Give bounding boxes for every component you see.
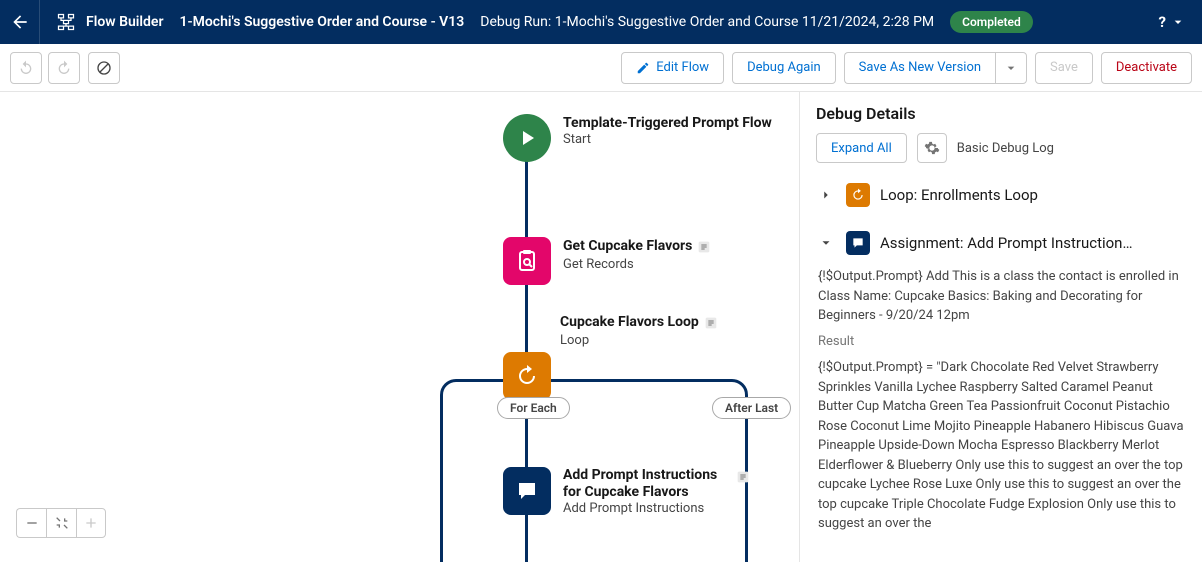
debug-item-title: Loop: Enrollments Loop bbox=[880, 186, 1186, 204]
caret-down-icon bbox=[1003, 60, 1019, 76]
save-as-label: Save As New Version bbox=[859, 60, 981, 75]
edit-flow-button[interactable]: Edit Flow bbox=[621, 52, 724, 84]
help-icon: ? bbox=[1159, 13, 1166, 31]
expand-all-button[interactable]: Expand All bbox=[816, 133, 907, 163]
collapse-toggle[interactable] bbox=[816, 233, 836, 253]
debug-details-panel: Debug Details Expand All Basic Debug Log… bbox=[800, 92, 1202, 562]
loop-icon bbox=[503, 352, 551, 400]
log-type-label: Basic Debug Log bbox=[957, 141, 1054, 156]
edit-flow-label: Edit Flow bbox=[656, 60, 709, 75]
save-button: Save bbox=[1035, 52, 1093, 84]
chevron-down-icon bbox=[819, 236, 833, 250]
assignment-item-icon bbox=[846, 231, 870, 255]
pencil-icon bbox=[636, 61, 650, 75]
save-as-combo: Save As New Version bbox=[844, 52, 1027, 84]
debug-again-label: Debug Again bbox=[747, 60, 821, 75]
top-header: Flow Builder 1-Mochi's Suggestive Order … bbox=[0, 0, 1202, 44]
result-label: Result bbox=[818, 332, 1186, 353]
undo-icon bbox=[18, 60, 34, 76]
deactivate-button[interactable]: Deactivate bbox=[1101, 52, 1192, 84]
block-icon bbox=[96, 60, 112, 76]
flow-canvas[interactable]: Template-Triggered Prompt Flow Start Get… bbox=[0, 92, 800, 562]
zoom-controls bbox=[16, 508, 106, 538]
debug-item-title: Assignment: Add Prompt Instruction… bbox=[880, 234, 1186, 252]
flow-title: 1-Mochi's Suggestive Order and Course - … bbox=[180, 14, 465, 30]
get-records-icon bbox=[503, 237, 551, 285]
chat-icon bbox=[515, 479, 539, 503]
debug-item-details: {!$Output.Prompt} Add This is a class th… bbox=[816, 263, 1186, 534]
assignment-node[interactable]: Add Prompt Instructions for Cupcake Flav… bbox=[503, 467, 753, 516]
status-badge: Completed bbox=[950, 11, 1033, 33]
redo-button bbox=[48, 52, 80, 84]
app-logo-block: Flow Builder bbox=[56, 12, 164, 32]
debug-item-assignment[interactable]: Assignment: Add Prompt Instruction… bbox=[816, 215, 1186, 263]
connector bbox=[525, 160, 528, 240]
gear-icon bbox=[924, 140, 940, 156]
chat-icon bbox=[851, 236, 865, 250]
assignment-sub: Add Prompt Instructions bbox=[563, 501, 753, 516]
save-as-dropdown[interactable] bbox=[995, 52, 1027, 84]
action-bar: Edit Flow Debug Again Save As New Versio… bbox=[0, 44, 1202, 92]
plus-icon bbox=[83, 515, 99, 531]
connector bbox=[525, 285, 528, 353]
expand-toggle[interactable] bbox=[816, 185, 836, 205]
collapse-icon bbox=[54, 515, 70, 531]
arrow-left-icon bbox=[10, 12, 30, 32]
zoom-fit-button[interactable] bbox=[46, 508, 76, 538]
undo-button bbox=[10, 52, 42, 84]
foreach-label: For Each bbox=[497, 397, 570, 419]
block-button[interactable] bbox=[88, 52, 120, 84]
back-button[interactable] bbox=[0, 0, 40, 44]
get-records-title: Get Cupcake Flavors bbox=[563, 237, 692, 255]
start-title: Template-Triggered Prompt Flow bbox=[563, 114, 772, 132]
note-icon[interactable] bbox=[696, 239, 714, 257]
minus-icon bbox=[24, 515, 40, 531]
note-icon[interactable] bbox=[735, 469, 753, 487]
assignment-title: Add Prompt Instructions for Cupcake Flav… bbox=[563, 467, 723, 501]
loop-arrow-icon bbox=[851, 188, 865, 202]
caret-down-icon bbox=[1170, 14, 1186, 30]
debug-list[interactable]: Loop: Enrollments Loop Assignment: Add P… bbox=[800, 175, 1202, 562]
detail-line: {!$Output.Prompt} Add This is a class th… bbox=[818, 267, 1186, 326]
loop-sub: Loop bbox=[560, 333, 780, 348]
redo-icon bbox=[56, 60, 72, 76]
play-icon bbox=[515, 126, 539, 150]
app-name: Flow Builder bbox=[86, 14, 164, 30]
save-as-button[interactable]: Save As New Version bbox=[844, 52, 995, 84]
chevron-right-icon bbox=[819, 188, 833, 202]
start-icon bbox=[503, 114, 551, 162]
debug-panel-title: Debug Details bbox=[800, 92, 1202, 133]
debug-settings-button[interactable] bbox=[917, 133, 947, 163]
note-icon[interactable] bbox=[703, 315, 721, 333]
get-records-sub: Get Records bbox=[563, 257, 714, 272]
loop-title: Cupcake Flavors Loop bbox=[560, 313, 699, 331]
expand-all-label: Expand All bbox=[831, 141, 892, 156]
debug-item-loop[interactable]: Loop: Enrollments Loop bbox=[816, 175, 1186, 215]
flow-builder-icon bbox=[56, 12, 76, 32]
loop-arrow-icon bbox=[515, 364, 539, 388]
deactivate-label: Deactivate bbox=[1116, 60, 1177, 75]
debug-again-button[interactable]: Debug Again bbox=[732, 52, 836, 84]
zoom-in-button bbox=[76, 508, 106, 538]
save-label: Save bbox=[1050, 60, 1078, 75]
clipboard-search-icon bbox=[515, 249, 539, 273]
start-sub: Start bbox=[563, 132, 772, 147]
afterlast-label: After Last bbox=[712, 397, 791, 419]
help-menu[interactable]: ? bbox=[1151, 13, 1194, 31]
loop-item-icon bbox=[846, 183, 870, 207]
get-records-node[interactable]: Get Cupcake Flavors Get Records bbox=[503, 237, 714, 285]
detail-result: {!$Output.Prompt} = "Dark Chocolate Red … bbox=[818, 358, 1186, 534]
zoom-out-button[interactable] bbox=[16, 508, 46, 538]
assignment-icon bbox=[503, 467, 551, 515]
start-node[interactable]: Template-Triggered Prompt Flow Start bbox=[503, 114, 772, 162]
debug-run-label: Debug Run: 1-Mochi's Suggestive Order an… bbox=[480, 14, 934, 30]
